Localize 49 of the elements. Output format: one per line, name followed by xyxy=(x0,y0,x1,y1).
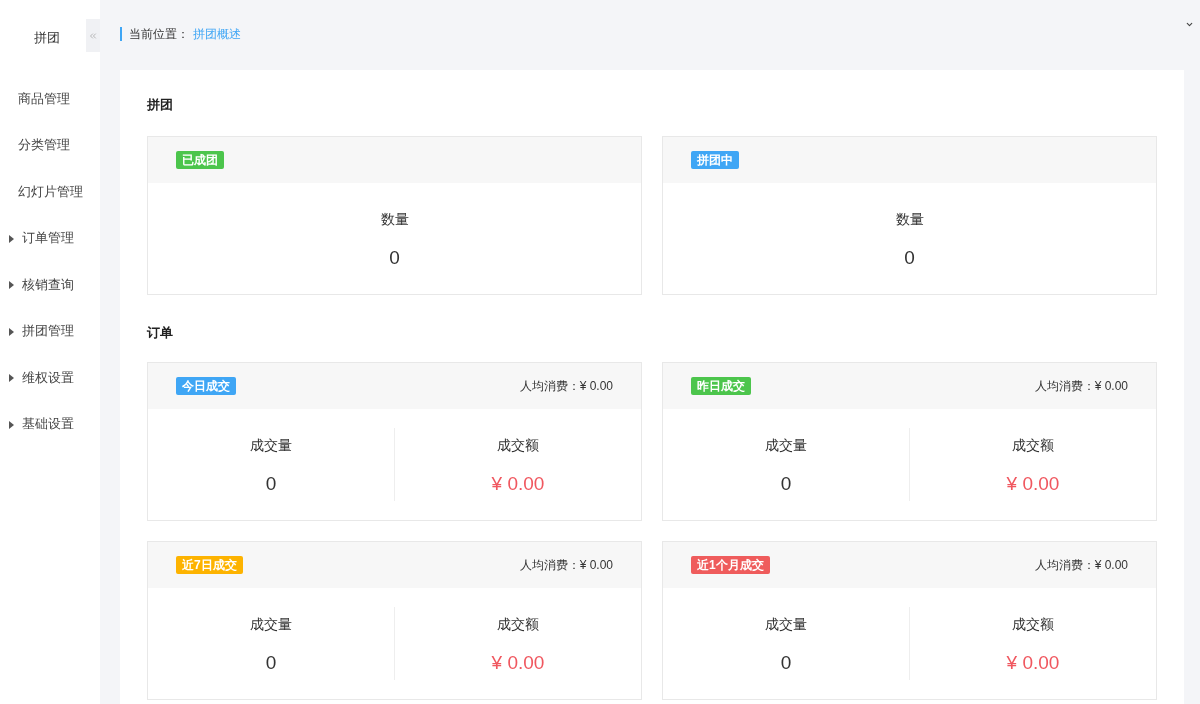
caret-icon xyxy=(9,234,14,243)
sidebar-title: 拼团 xyxy=(34,29,61,48)
metric-label: 成交额 xyxy=(1012,437,1054,455)
status-badge: 拼团中 xyxy=(691,151,739,169)
dropdown-icon[interactable] xyxy=(1185,20,1194,29)
metric-label: 成交额 xyxy=(497,616,539,634)
average-spend: 人均消费：¥ 0.00 xyxy=(519,557,613,574)
metric-value: 0 xyxy=(780,472,792,497)
sidebar-item[interactable]: 核销查询 xyxy=(9,275,74,295)
metric-label: 成交额 xyxy=(497,437,539,455)
metric-value: 0 xyxy=(389,246,400,270)
amount-value: ¥ 0.00 xyxy=(1006,651,1060,676)
average-spend: 人均消费：¥ 0.00 xyxy=(1034,557,1128,574)
status-badge: 已成团 xyxy=(176,151,224,169)
sidebar-item[interactable]: 拼团管理 xyxy=(9,322,74,342)
sidebar-item[interactable]: 分类管理 xyxy=(18,136,70,156)
amount-value: ¥ 0.00 xyxy=(491,651,545,676)
caret-icon xyxy=(9,420,14,429)
average-spend: 人均消费：¥ 0.00 xyxy=(519,378,613,395)
caret-icon xyxy=(9,281,14,290)
metric-label: 数量 xyxy=(895,210,924,229)
metric-value: 0 xyxy=(265,651,277,676)
sidebar-item[interactable]: 基础设置 xyxy=(9,415,74,435)
metric-label: 成交量 xyxy=(765,616,807,634)
status-badge: 近7日成交 xyxy=(176,556,243,574)
sidebar-item[interactable]: 维权设置 xyxy=(9,368,74,388)
metric-label: 成交量 xyxy=(250,616,292,634)
section-title: 拼团 xyxy=(147,98,174,112)
section-title: 订单 xyxy=(147,326,174,340)
caret-icon xyxy=(9,327,14,336)
metric-label: 成交量 xyxy=(765,437,807,455)
status-badge: 昨日成交 xyxy=(691,377,751,395)
amount-value: ¥ 0.00 xyxy=(491,472,545,497)
sidebar-item[interactable]: 订单管理 xyxy=(9,229,74,249)
metric-value: 0 xyxy=(904,246,915,270)
metric-value: 0 xyxy=(265,472,277,497)
metric-label: 成交量 xyxy=(250,437,292,455)
sidebar-item[interactable]: 幻灯片管理 xyxy=(18,182,83,202)
status-badge: 近1个月成交 xyxy=(691,556,770,574)
caret-icon xyxy=(9,374,14,383)
status-badge: 今日成交 xyxy=(176,377,236,395)
metric-label: 成交额 xyxy=(1012,616,1054,634)
sidebar-item[interactable]: 商品管理 xyxy=(18,89,70,109)
amount-value: ¥ 0.00 xyxy=(1006,472,1060,497)
breadcrumb-label: 当前位置： xyxy=(129,27,189,41)
average-spend: 人均消费：¥ 0.00 xyxy=(1034,378,1128,395)
metric-label: 数量 xyxy=(380,210,409,229)
collapse-icon xyxy=(88,30,98,41)
metric-value: 0 xyxy=(780,651,792,676)
